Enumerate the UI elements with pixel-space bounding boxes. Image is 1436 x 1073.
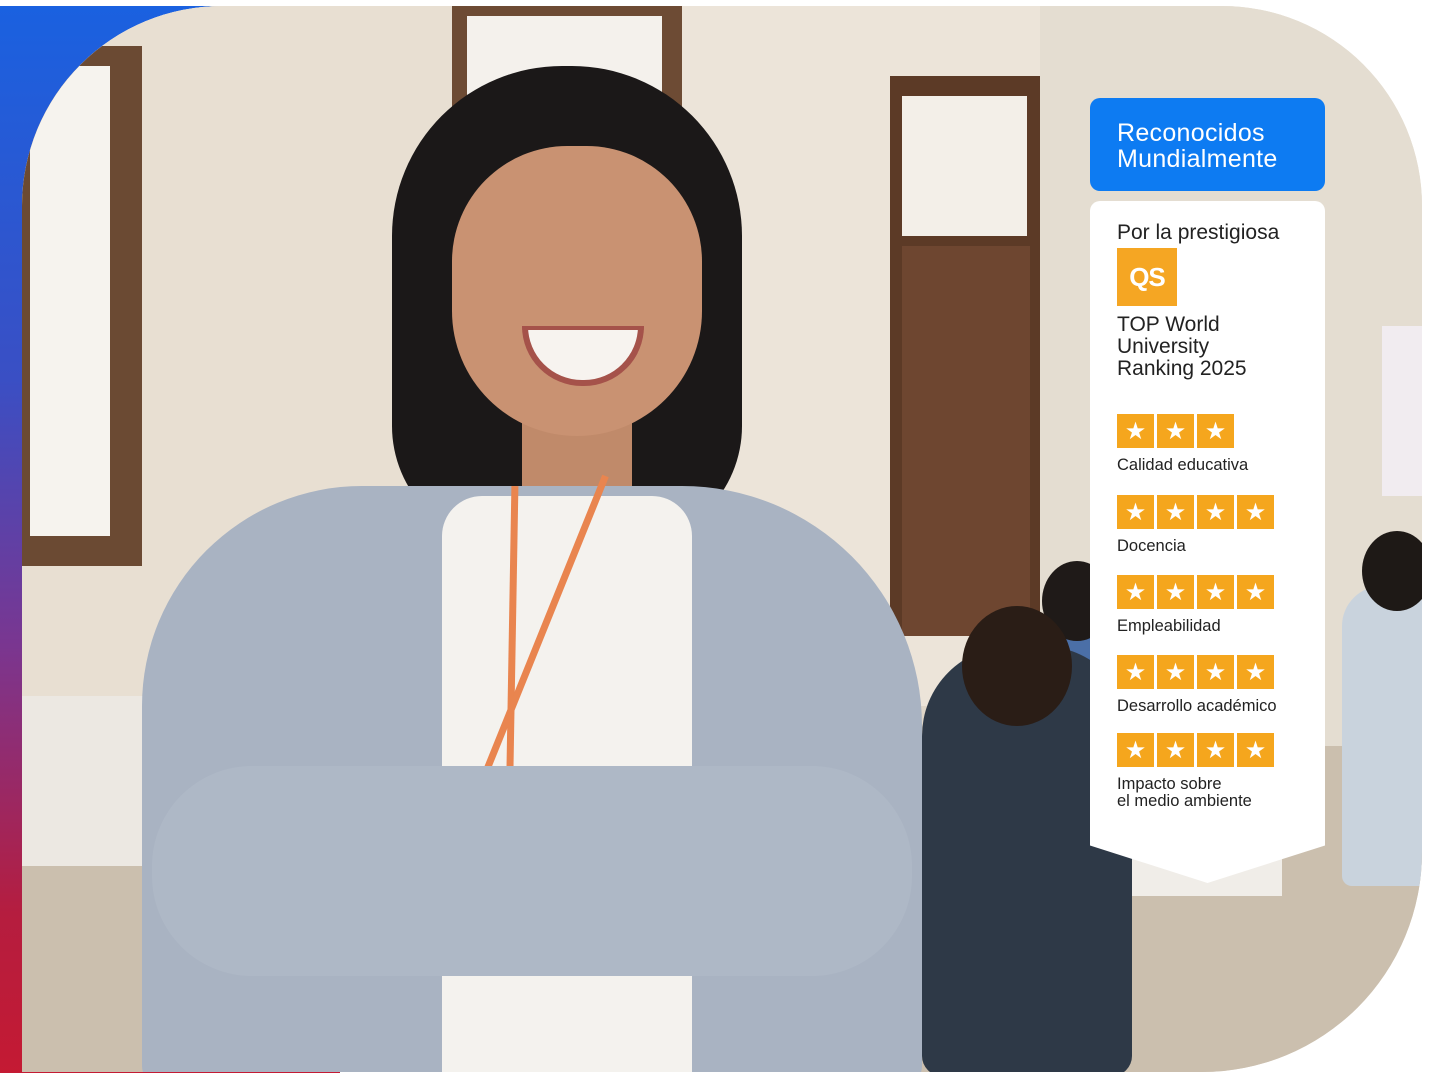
star-icon: ★	[1117, 575, 1154, 609]
badge-header-line: Mundialmente	[1117, 145, 1278, 173]
category-label-line: Desarrollo académico	[1117, 697, 1277, 715]
category-label-line: Calidad educativa	[1117, 456, 1249, 474]
star-rating: ★ ★ ★ ★	[1117, 495, 1317, 529]
star-icon: ★	[1157, 495, 1194, 529]
star-icon: ★	[1197, 575, 1234, 609]
rating-category: ★ ★ ★ ★ Impacto sobre el medio ambiente	[1117, 733, 1317, 810]
category-label: Calidad educativa	[1117, 457, 1317, 474]
star-icon: ★	[1237, 575, 1274, 609]
category-label: Empleabilidad	[1117, 618, 1317, 635]
wall-poster	[1382, 326, 1422, 496]
category-label: Impacto sobre el medio ambiente	[1117, 776, 1317, 810]
teacher-crossed-arms	[152, 766, 912, 976]
teacher-face	[452, 146, 702, 436]
star-icon: ★	[1197, 414, 1234, 448]
ranking-title-line: Ranking 2025	[1117, 357, 1247, 380]
star-icon: ★	[1197, 655, 1234, 689]
star-icon: ★	[1117, 414, 1154, 448]
star-icon: ★	[1157, 655, 1194, 689]
star-icon: ★	[1237, 495, 1274, 529]
student-head	[962, 606, 1072, 726]
star-icon: ★	[1237, 655, 1274, 689]
ranking-badge: Por la prestigiosa QS TOP World Universi…	[1090, 201, 1325, 883]
badge-header-line: Reconocidos	[1117, 119, 1265, 147]
rating-category: ★ ★ ★ ★ Empleabilidad	[1117, 575, 1317, 635]
star-rating: ★ ★ ★ ★	[1117, 655, 1317, 689]
star-icon: ★	[1157, 575, 1194, 609]
rating-category: ★ ★ ★ ★ Docencia	[1117, 495, 1317, 555]
star-icon: ★	[1117, 733, 1154, 767]
star-icon: ★	[1197, 495, 1234, 529]
star-rating: ★ ★ ★ ★	[1117, 733, 1317, 767]
star-icon: ★	[1117, 655, 1154, 689]
ranking-title-line: University	[1117, 335, 1210, 358]
category-label-line: el medio ambiente	[1117, 792, 1252, 810]
category-label: Desarrollo académico	[1117, 698, 1317, 715]
category-label: Docencia	[1117, 538, 1317, 555]
star-icon: ★	[1197, 733, 1234, 767]
door-transom	[902, 96, 1027, 236]
rating-category: ★ ★ ★ ★ Desarrollo académico	[1117, 655, 1317, 715]
window-glass-left	[30, 66, 110, 536]
star-icon: ★	[1117, 495, 1154, 529]
category-label-line: Docencia	[1117, 537, 1186, 555]
star-icon: ★	[1237, 733, 1274, 767]
badge-intro: Por la prestigiosa	[1117, 221, 1280, 244]
student-body	[1342, 586, 1422, 886]
category-label-line: Impacto sobre	[1117, 775, 1222, 793]
ranking-title-line: TOP World	[1117, 313, 1220, 336]
star-rating: ★ ★ ★ ★	[1117, 575, 1317, 609]
promo-banner: Reconocidos Mundialmente Por la prestigi…	[0, 0, 1436, 1073]
category-label-line: Empleabilidad	[1117, 617, 1221, 635]
badge-header: Reconocidos Mundialmente	[1090, 98, 1325, 191]
ranking-title: TOP World University Ranking 2025	[1117, 314, 1317, 380]
star-icon: ★	[1157, 414, 1194, 448]
star-rating: ★ ★ ★	[1117, 414, 1317, 448]
qs-logo: QS	[1117, 248, 1177, 306]
star-icon: ★	[1157, 733, 1194, 767]
rating-category: ★ ★ ★ Calidad educativa	[1117, 414, 1317, 474]
door	[902, 246, 1030, 636]
